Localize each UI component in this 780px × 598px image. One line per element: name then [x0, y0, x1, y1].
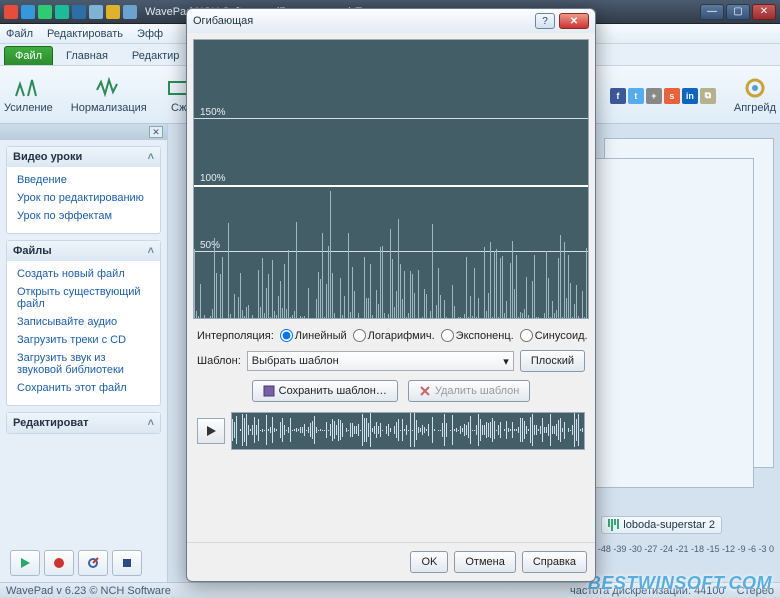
amplify-icon: [14, 76, 42, 100]
qa-icon[interactable]: [38, 5, 52, 19]
qa-icon[interactable]: [21, 5, 35, 19]
sidebar-link[interactable]: Загрузить звук из звуковой библиотеки: [17, 349, 150, 379]
track-name: loboda-superstar 2: [623, 519, 715, 531]
track-chip[interactable]: loboda-superstar 2: [601, 516, 722, 534]
scrub-button[interactable]: [78, 550, 108, 576]
background-audio-window[interactable]: [584, 158, 754, 488]
ok-button[interactable]: OK: [410, 551, 448, 573]
radio-exp[interactable]: Экспоненц.: [441, 329, 514, 342]
status-version: WavePad v 6.23 © NCH Software: [6, 585, 171, 597]
preview-waveform[interactable]: [231, 412, 585, 450]
share-icon[interactable]: ⧉: [700, 88, 716, 104]
qa-icon[interactable]: [72, 5, 86, 19]
save-template-button[interactable]: Сохранить шаблон…: [252, 380, 398, 402]
minimize-button[interactable]: —: [700, 4, 724, 20]
panel-edit: Редактироват ˄: [6, 412, 161, 434]
dialog-close-button[interactable]: ✕: [559, 13, 589, 29]
record-button[interactable]: [44, 550, 74, 576]
stop-button[interactable]: [112, 550, 142, 576]
linkedin-icon[interactable]: in: [682, 88, 698, 104]
save-icon: [263, 385, 275, 397]
ribbon-upgrade[interactable]: Апгрейд: [734, 70, 776, 119]
sidebar-link[interactable]: Урок по редактированию: [17, 189, 150, 207]
play-button[interactable]: [10, 550, 40, 576]
menu-edit[interactable]: Редактировать: [47, 28, 123, 40]
ribbon-label: Нормализация: [71, 102, 147, 114]
help-button[interactable]: Справка: [522, 551, 587, 573]
sidebar-link[interactable]: Записывайте аудио: [17, 313, 150, 331]
chevron-down-icon: ▾: [503, 355, 509, 368]
ribbon-label: Апгрейд: [734, 102, 776, 114]
tab-edit[interactable]: Редактир: [121, 46, 191, 65]
tab-file[interactable]: Файл: [4, 46, 53, 65]
transport-controls: [10, 550, 142, 576]
ribbon-amplify[interactable]: Усиление: [4, 70, 53, 119]
panel-header: Редактироват: [13, 417, 89, 429]
sidebar-link[interactable]: Урок по эффектам: [17, 207, 150, 225]
radio-log[interactable]: Логарифмич.: [353, 329, 435, 342]
dialog-title: Огибающая: [193, 15, 531, 27]
sidebar-strip: ✕: [0, 124, 167, 140]
template-row: Шаблон: Выбрать шаблон▾ Плоский: [187, 346, 595, 376]
normalize-icon: [95, 76, 123, 100]
template-label: Шаблон:: [197, 355, 241, 367]
qa-icon[interactable]: [55, 5, 69, 19]
qa-icon[interactable]: [123, 5, 137, 19]
delete-icon: [419, 385, 431, 397]
qa-icon[interactable]: [89, 5, 103, 19]
interpolation-row: Интерполяция: Линейный Логарифмич. Экспо…: [187, 325, 595, 346]
sidebar-link[interactable]: Открыть существующий файл: [17, 283, 150, 313]
maximize-button[interactable]: ▢: [726, 4, 750, 20]
plus-icon[interactable]: +: [646, 88, 662, 104]
menu-effects[interactable]: Эфф: [137, 28, 163, 40]
envelope-canvas[interactable]: 150% 100% 50%: [193, 39, 589, 319]
panel-files: Файлы ˄ Создать новый файл Открыть сущест…: [6, 240, 161, 406]
watermark: BESTWINSOFT.COM: [588, 573, 772, 594]
close-button[interactable]: ✕: [752, 4, 776, 20]
twitter-icon[interactable]: t: [628, 88, 644, 104]
radio-linear[interactable]: Линейный: [280, 329, 347, 342]
ribbon-label: Усиление: [4, 102, 53, 114]
menu-file[interactable]: Файл: [6, 28, 33, 40]
sidebar-link[interactable]: Создать новый файл: [17, 265, 150, 283]
dialog-help-button[interactable]: ?: [535, 13, 555, 29]
ribbon-normalize[interactable]: Нормализация: [71, 70, 147, 119]
dialog-titlebar[interactable]: Огибающая ? ✕: [187, 9, 595, 33]
panel-header: Видео уроки: [13, 151, 82, 163]
qa-icon[interactable]: [106, 5, 120, 19]
track-bars-icon: [608, 519, 619, 531]
facebook-icon[interactable]: f: [610, 88, 626, 104]
panel-header: Файлы: [13, 245, 52, 257]
sidebar-link[interactable]: Введение: [17, 171, 150, 189]
sidebar-link[interactable]: Загрузить треки с CD: [17, 331, 150, 349]
qa-icon[interactable]: [4, 5, 18, 19]
radio-sine[interactable]: Синусоид.: [520, 329, 588, 342]
preview-play-button[interactable]: [197, 418, 225, 444]
sidebar-link[interactable]: Сохранить этот файл: [17, 379, 150, 397]
sidebar-close-icon[interactable]: ✕: [149, 126, 163, 138]
social-icons: f t + s in ⧉: [610, 88, 716, 104]
envelope-dialog: Огибающая ? ✕ 150% 100% 50% Интерполяция…: [186, 8, 596, 582]
preview-row: [197, 412, 585, 450]
chevron-up-icon[interactable]: ˄: [148, 417, 154, 429]
chevron-up-icon[interactable]: ˄: [148, 151, 154, 163]
upgrade-icon: [741, 76, 769, 100]
cancel-button[interactable]: Отмена: [454, 551, 515, 573]
db-ruler: -57 -48 -39 -30 -27 -24 -21 -18 -15 -12 …: [582, 544, 774, 554]
panel-video-lessons: Видео уроки ˄ Введение Урок по редактиров…: [6, 146, 161, 234]
ribbon-label: Сж: [171, 102, 187, 114]
window-controls: — ▢ ✕: [700, 4, 776, 20]
dialog-footer: OK Отмена Справка: [187, 542, 595, 581]
flat-button[interactable]: Плоский: [520, 350, 585, 372]
chevron-up-icon[interactable]: ˄: [148, 245, 154, 257]
template-combo[interactable]: Выбрать шаблон▾: [247, 351, 514, 371]
interpolation-label: Интерполяция:: [197, 330, 274, 342]
template-actions: Сохранить шаблон… Удалить шаблон: [187, 376, 595, 406]
sidebar: ✕ Видео уроки ˄ Введение Урок по редактир…: [0, 124, 168, 582]
quick-access-icons: [4, 5, 137, 19]
tab-home[interactable]: Главная: [55, 46, 119, 65]
delete-template-button[interactable]: Удалить шаблон: [408, 380, 531, 402]
stumble-icon[interactable]: s: [664, 88, 680, 104]
